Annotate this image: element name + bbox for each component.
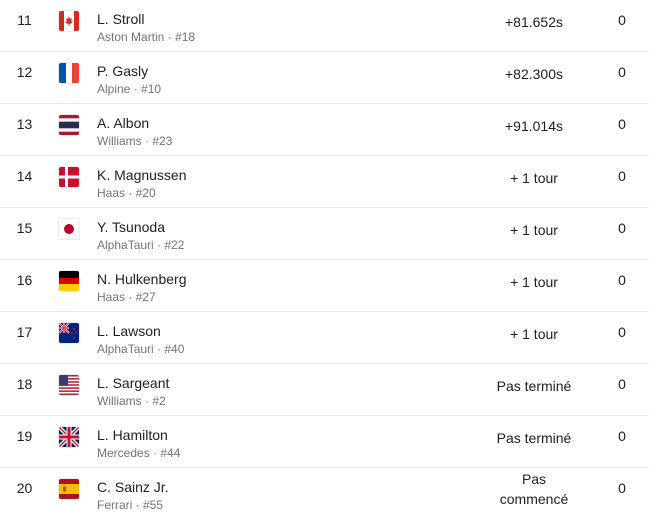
- position: 11: [17, 12, 32, 28]
- race-time: + 1 tour: [510, 326, 558, 342]
- race-time: +82.300s: [505, 66, 563, 82]
- points: 0: [618, 220, 626, 236]
- team-number: AlphaTauri · #22: [97, 238, 185, 252]
- team-number: AlphaTauri · #40: [97, 342, 185, 356]
- germany-flag-icon: [59, 271, 79, 291]
- points: 0: [618, 376, 626, 392]
- team-number: Mercedes · #44: [97, 446, 181, 460]
- table-row[interactable]: 20 C. Sainz Jr. Ferrari · #55 Pas commen…: [0, 468, 649, 520]
- uk-flag-icon: [59, 427, 79, 447]
- denmark-flag-icon: [59, 167, 79, 187]
- race-time: + 1 tour: [510, 274, 558, 290]
- points: 0: [618, 12, 626, 28]
- points: 0: [618, 116, 626, 132]
- usa-flag-icon: [59, 375, 79, 395]
- driver-name[interactable]: K. Magnussen: [97, 167, 187, 183]
- points: 0: [618, 428, 626, 444]
- race-time: +91.014s: [505, 118, 563, 134]
- table-row[interactable]: 11 L. Stroll Aston Martin · #18 +81.652s…: [0, 0, 649, 52]
- driver-name[interactable]: L. Lawson: [97, 323, 161, 339]
- points: 0: [618, 324, 626, 340]
- spain-flag-icon: [59, 479, 79, 499]
- points: 0: [618, 64, 626, 80]
- table-row[interactable]: 12 P. Gasly Alpine · #10 +82.300s 0: [0, 52, 649, 104]
- team-number: Haas · #20: [97, 186, 156, 200]
- table-row[interactable]: 13 A. Albon Williams · #23 +91.014s 0: [0, 104, 649, 156]
- driver-name[interactable]: N. Hulkenberg: [97, 271, 187, 287]
- driver-name[interactable]: C. Sainz Jr.: [97, 479, 169, 495]
- position: 19: [16, 428, 33, 444]
- position: 14: [16, 168, 33, 184]
- japan-flag-icon: [59, 219, 79, 239]
- france-flag-icon: [59, 63, 79, 83]
- driver-name[interactable]: A. Albon: [97, 115, 149, 131]
- driver-name[interactable]: L. Sargeant: [97, 375, 169, 391]
- canada-flag-icon: [59, 11, 79, 31]
- driver-name[interactable]: L. Stroll: [97, 11, 144, 27]
- points: 0: [618, 272, 626, 288]
- table-row[interactable]: 14 K. Magnussen Haas · #20 + 1 tour 0: [0, 156, 649, 208]
- race-time-line-2: commencé: [499, 491, 569, 507]
- race-time: Pas terminé: [496, 430, 572, 446]
- team-number: Aston Martin · #18: [97, 30, 196, 44]
- points: 0: [618, 168, 626, 184]
- race-time: + 1 tour: [510, 222, 558, 238]
- race-time: Pas terminé: [496, 378, 572, 394]
- table-row[interactable]: 15 Y. Tsunoda AlphaTauri · #22 + 1 tour …: [0, 208, 649, 260]
- driver-name[interactable]: P. Gasly: [97, 63, 148, 79]
- points: 0: [618, 480, 626, 496]
- team-number: Williams · #2: [97, 394, 166, 408]
- position: 18: [16, 376, 33, 392]
- team-number: Alpine · #10: [97, 82, 162, 96]
- position: 15: [16, 220, 33, 236]
- table-row[interactable]: 19 L. Hamilton Mercedes · #44 Pas termin…: [0, 416, 649, 468]
- race-time: + 1 tour: [510, 170, 558, 186]
- team-number: Williams · #23: [97, 134, 173, 148]
- table-row[interactable]: 18 L. Sargeant Williams · #2 Pas terminé…: [0, 364, 649, 416]
- thailand-flag-icon: [59, 115, 79, 135]
- race-time-line-1: Pas: [521, 471, 547, 487]
- table-row[interactable]: 16 N. Hulkenberg Haas · #27 + 1 tour 0: [0, 260, 649, 312]
- team-number: Haas · #27: [97, 290, 156, 304]
- driver-name[interactable]: L. Hamilton: [97, 427, 168, 443]
- position: 13: [16, 116, 33, 132]
- new-zealand-flag-icon: [59, 323, 79, 343]
- race-results-table: 11 L. Stroll Aston Martin · #18 +81.652s…: [0, 0, 649, 520]
- position: 16: [16, 272, 33, 288]
- table-row[interactable]: 17 L. Lawson AlphaTauri · #40 + 1 tour 0: [0, 312, 649, 364]
- driver-name[interactable]: Y. Tsunoda: [97, 219, 165, 235]
- race-time: Pas commencé: [480, 469, 588, 509]
- team-number: Ferrari · #55: [97, 498, 164, 512]
- position: 20: [16, 480, 33, 496]
- position: 12: [16, 64, 33, 80]
- race-time: +81.652s: [505, 14, 563, 30]
- position: 17: [16, 324, 33, 340]
